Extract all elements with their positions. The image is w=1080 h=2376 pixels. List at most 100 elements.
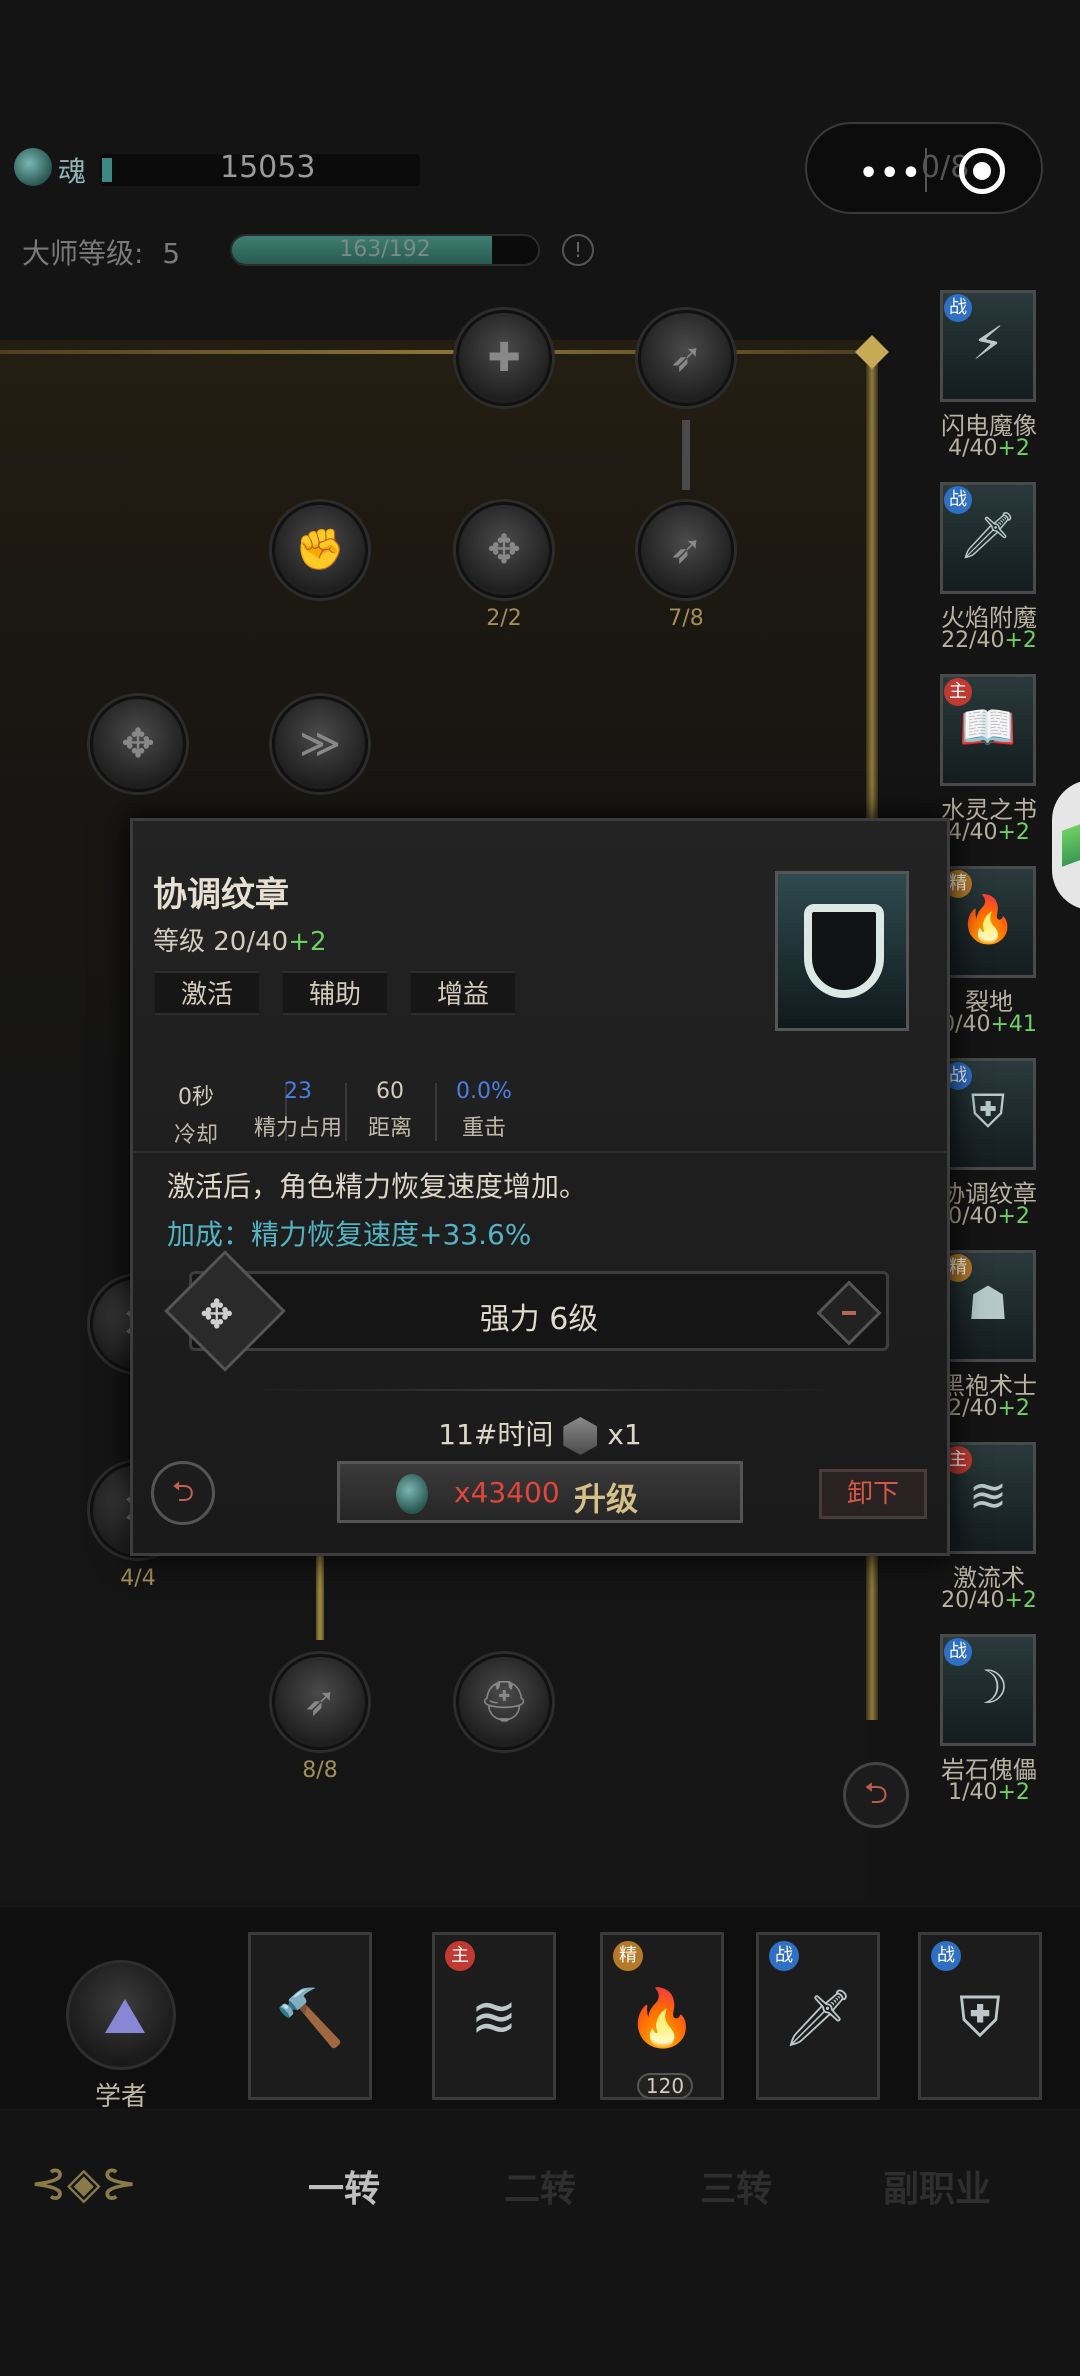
skill-level-bonus: +2	[997, 436, 1030, 461]
skill-description: 激活后，角色精力恢复速度增加。	[167, 1170, 588, 1203]
slot-skill-icon: ≋	[470, 1985, 518, 2050]
tree-back-button[interactable]: ⮌	[843, 1762, 909, 1828]
skill-level-bonus: +2	[997, 1396, 1030, 1421]
popup-divider	[253, 1389, 833, 1391]
slot-count: 120	[637, 2073, 693, 2099]
soul-label: 魂	[58, 155, 87, 188]
master-progress-bar: 163/192	[230, 234, 540, 266]
shield-icon	[804, 904, 884, 998]
upgrade-button[interactable]: x43400 升级	[337, 1461, 743, 1523]
more-icon[interactable]: •••	[859, 156, 923, 191]
slot-skill-icon: ⛨	[959, 1985, 1001, 2050]
upgrade-label: 升级	[574, 1480, 639, 1518]
equip-slot[interactable]: 主 ≋	[432, 1932, 556, 2100]
skill-type-badge: 战	[931, 1941, 961, 1971]
rune-skill-node[interactable]: ✥	[456, 502, 552, 598]
stat-label: 冷却	[173, 1123, 218, 1148]
node-count: 7/8	[668, 606, 704, 631]
skill-level: 1/40+2	[924, 1780, 1054, 1805]
info-icon[interactable]: !	[562, 234, 594, 266]
requirement-qty: x1	[607, 1418, 642, 1451]
skill-level-text: 1/40	[948, 1780, 998, 1805]
slot-skill-icon: 🗡	[782, 1986, 854, 2051]
tag-chip: 辅助	[283, 971, 388, 1015]
master-progress-text: 163/192	[339, 237, 431, 262]
skill-type-badge: 战	[769, 1941, 799, 1971]
upgrade-cost: x43400	[454, 1476, 560, 1509]
tab-first-job[interactable]: 一转	[264, 2160, 424, 2212]
stat-cooldown: 0秒 冷却	[151, 1079, 241, 1149]
dagger-upgrade-skill-node[interactable]: ➶	[638, 502, 734, 598]
skill-level: 20/40+2	[924, 1588, 1054, 1613]
master-level-row: 大师等级: 5 163/192 !	[0, 226, 1080, 276]
stat-range: 60 距离	[345, 1079, 435, 1142]
tab-second-job[interactable]: 二转	[460, 2160, 620, 2212]
skill-level-bonus: +2	[997, 820, 1030, 845]
slot-skill-icon: 🔥	[627, 1986, 697, 2051]
soul-bar-tick	[102, 158, 112, 182]
tree-connector	[316, 1556, 324, 1640]
skill-level-bonus: +2	[997, 1780, 1030, 1805]
heal-hand-skill-node[interactable]: ✚	[456, 310, 552, 406]
role-avatar[interactable]	[66, 1960, 176, 2070]
skill-title: 协调纹章	[153, 875, 289, 915]
equip-slot[interactable]: 战 ⛨	[918, 1932, 1042, 2100]
skill-level-text: 20/40	[941, 1588, 1005, 1613]
master-level-label: 大师等级: 5	[22, 232, 180, 272]
floating-side-tab[interactable]	[1052, 780, 1080, 910]
skill-emblem-icon	[775, 871, 909, 1031]
tree-divider	[0, 350, 870, 354]
skill-icon: ≋	[968, 1468, 1008, 1522]
skill-level-text: 4/40	[948, 436, 998, 461]
tab-third-job[interactable]: 三转	[656, 2160, 816, 2212]
popup-divider	[133, 1151, 947, 1153]
popup-back-button[interactable]: ⮌	[151, 1461, 215, 1525]
skill-level-bonus: +41	[990, 1012, 1037, 1037]
skill-level: 等级 20/40+2	[153, 921, 327, 958]
master-level-value: 5	[162, 237, 181, 270]
skill-icon: ☽	[967, 1660, 1009, 1714]
skill-detail-popup: 协调纹章 等级 20/40+2 激活 辅助 增益 0秒 冷却 23 精力占用 60 距…	[130, 818, 950, 1556]
helmet-skill-node[interactable]: ⛑	[456, 1654, 552, 1750]
gauntlet-skill-node[interactable]: ✊	[272, 502, 368, 598]
skill-bonus: 加成：精力恢复速度+33.6%	[167, 1218, 532, 1251]
skill-level-bonus: +2	[288, 927, 327, 957]
wind-skill-node[interactable]: ≫	[272, 696, 368, 792]
skill-icon: 🔥	[959, 892, 1017, 946]
skill-level-text: 4/40	[948, 820, 998, 845]
skill-level: 22/40+2	[924, 628, 1054, 653]
skill-level-bonus: +2	[1004, 628, 1037, 653]
red-dagger-skill-node[interactable]: ➶	[272, 1654, 368, 1750]
slot-skill-icon: 🔨	[275, 1986, 345, 2051]
master-level-text: 大师等级:	[22, 237, 144, 270]
skill-level-bonus: +2	[997, 1204, 1030, 1229]
mini-program-capsule[interactable]: 0/8 •••	[805, 122, 1043, 214]
soul-gem-icon	[14, 148, 52, 186]
skill-icon: ⚡	[971, 316, 1005, 370]
knot-skill-node[interactable]: ✥	[90, 696, 186, 792]
skill-level-text: 0/40	[948, 1204, 998, 1229]
node-count: 2/2	[486, 606, 522, 631]
back-emblem-icon[interactable]: ⊰◈⊱	[30, 2158, 150, 2218]
capsule-divider	[925, 148, 927, 192]
rune-stone-icon	[563, 1417, 598, 1455]
strength-bar[interactable]: ✥ 强力 6级	[164, 1250, 889, 1372]
stat-value: 60	[376, 1079, 404, 1104]
tag-chip: 增益	[411, 971, 516, 1015]
stat-critical: 0.0% 重击	[439, 1079, 529, 1142]
tab-sub-job[interactable]: 副职业	[852, 2160, 1022, 2212]
stat-label: 距离	[367, 1116, 412, 1141]
skill-level-text: 2/40	[948, 1396, 998, 1421]
dagger-skill-node[interactable]: ➶	[638, 310, 734, 406]
close-miniprogram-icon[interactable]	[959, 148, 1005, 194]
skill-type-badge: 主	[445, 1941, 475, 1971]
skill-type-badge: 精	[613, 1941, 643, 1971]
equip-slot[interactable]: 🔨	[248, 1932, 372, 2100]
unload-button[interactable]: 卸下	[819, 1469, 927, 1519]
requirement-item: 11#时间	[438, 1418, 554, 1451]
skill-icon: 📖	[959, 700, 1017, 754]
role-label: 学者	[94, 2082, 147, 2112]
equip-slot[interactable]: 战 🗡	[756, 1932, 880, 2100]
skill-icon: ☗	[967, 1276, 1009, 1330]
equip-slot[interactable]: 精 🔥 120	[600, 1932, 724, 2100]
